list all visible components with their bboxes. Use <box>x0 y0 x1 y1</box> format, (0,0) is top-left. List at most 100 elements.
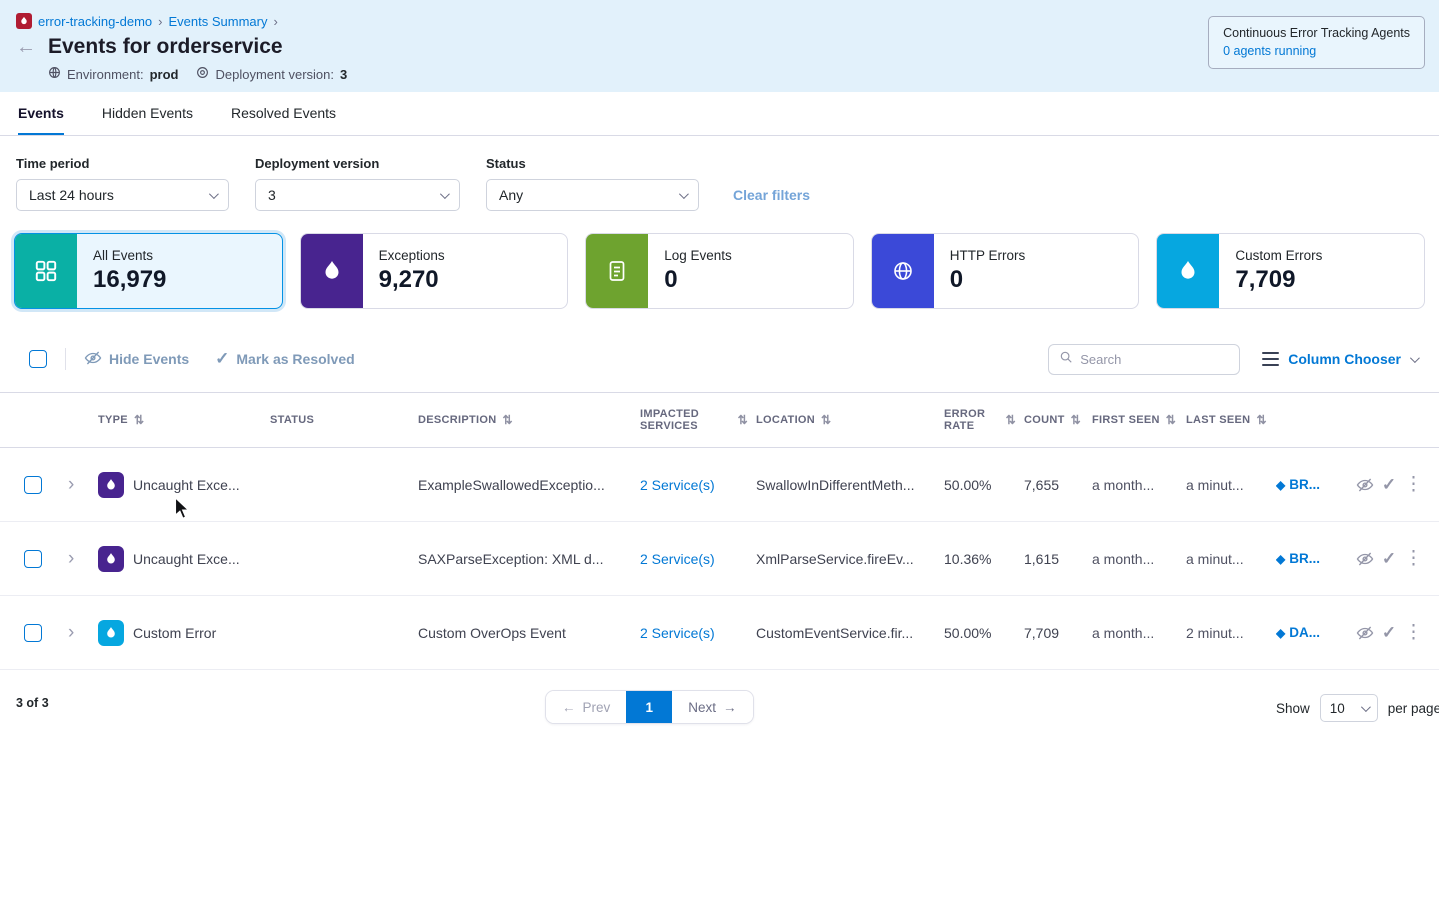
row-checkbox[interactable] <box>24 624 42 642</box>
first-seen-cell: a month... <box>1092 625 1186 641</box>
column-header-first-seen: FIRST SEEN ⇅ <box>1092 413 1186 427</box>
chevron-down-icon <box>440 189 450 199</box>
prev-page-button[interactable]: ← Prev <box>546 691 626 723</box>
hide-event-icon[interactable] <box>1356 476 1374 494</box>
table-row: › Uncaught Exce... SAXParseException: XM… <box>0 522 1439 596</box>
back-arrow-icon[interactable]: ← <box>16 37 40 57</box>
last-seen-cell: a minut... <box>1186 477 1276 493</box>
table-toolbar: Hide Events ✓ Mark as Resolved Column Ch… <box>0 343 1439 375</box>
column-header-type: TYPE ⇅ <box>98 413 270 427</box>
clear-filters-button[interactable]: Clear filters <box>733 187 810 203</box>
hide-event-icon[interactable] <box>1356 624 1374 642</box>
card-value: 16,979 <box>93 266 166 294</box>
toolbar-divider <box>65 348 66 370</box>
status-value: Any <box>499 187 523 203</box>
tab-events[interactable]: Events <box>18 92 64 135</box>
stat-cards: All Events 16,979 Exceptions 9,270 Log E… <box>0 233 1439 309</box>
sort-icon[interactable]: ⇅ <box>1071 413 1081 427</box>
sort-icon[interactable]: ⇅ <box>1006 413 1016 427</box>
deployment-version-value: 3 <box>268 187 276 203</box>
card-all-events[interactable]: All Events 16,979 <box>14 233 283 309</box>
eye-slash-icon <box>84 349 102 370</box>
flame-icon <box>1157 234 1219 308</box>
sort-icon[interactable]: ⇅ <box>1256 413 1266 427</box>
deployment-icon <box>196 66 209 82</box>
row-menu-icon[interactable]: ⋮ <box>1404 547 1423 570</box>
type-cell: Custom Error <box>98 620 270 646</box>
tab-bar: Events Hidden Events Resolved Events <box>0 92 1439 136</box>
diamond-icon: ◆ <box>1276 552 1285 566</box>
column-header-error-rate: ERROR RATE ⇅ <box>944 408 1024 432</box>
row-checkbox[interactable] <box>24 476 42 494</box>
sort-icon[interactable]: ⇅ <box>738 413 748 427</box>
table-row: › Uncaught Exce... ExampleSwallowedExcep… <box>0 448 1439 522</box>
resolve-event-icon[interactable]: ✓ <box>1382 549 1396 569</box>
ticket-tag-link[interactable]: ◆ DA... <box>1276 625 1354 640</box>
card-log-events[interactable]: Log Events 0 <box>585 233 854 309</box>
hide-event-icon[interactable] <box>1356 550 1374 568</box>
row-menu-icon[interactable]: ⋮ <box>1404 621 1423 644</box>
tab-hidden-events[interactable]: Hidden Events <box>102 92 193 135</box>
time-period-value: Last 24 hours <box>29 187 114 203</box>
deployment-version-select[interactable]: 3 <box>255 179 460 211</box>
card-exceptions[interactable]: Exceptions 9,270 <box>300 233 569 309</box>
per-page-control: Show 10 per page <box>1276 694 1439 722</box>
expand-row-icon[interactable]: › <box>64 549 74 568</box>
per-page-select[interactable]: 10 <box>1320 694 1378 722</box>
impacted-services-link[interactable]: 2 Service(s) <box>640 625 715 641</box>
card-label: Exceptions <box>379 248 445 263</box>
card-value: 7,709 <box>1235 266 1322 294</box>
expand-row-icon[interactable]: › <box>64 475 74 494</box>
resolve-event-icon[interactable]: ✓ <box>1382 623 1396 643</box>
chevron-down-icon <box>209 189 219 199</box>
page-title: Events for orderservice <box>48 35 283 59</box>
card-value: 9,270 <box>379 266 445 294</box>
sort-icon[interactable]: ⇅ <box>821 413 831 427</box>
next-page-button[interactable]: Next → <box>672 691 752 723</box>
status-select[interactable]: Any <box>486 179 699 211</box>
ticket-tag-link[interactable]: ◆ BR... <box>1276 477 1354 492</box>
environment-value: prod <box>150 67 179 82</box>
expand-row-icon[interactable]: › <box>64 623 74 642</box>
impacted-services-link[interactable]: 2 Service(s) <box>640 477 715 493</box>
column-chooser-button[interactable]: Column Chooser <box>1262 351 1417 367</box>
last-seen-cell: a minut... <box>1186 551 1276 567</box>
resolve-event-icon[interactable]: ✓ <box>1382 475 1396 495</box>
deployment-version-label: Deployment version <box>255 156 460 171</box>
column-header-description: DESCRIPTION ⇅ <box>418 413 640 427</box>
sort-icon[interactable]: ⇅ <box>1166 413 1176 427</box>
mark-resolved-button[interactable]: ✓ Mark as Resolved <box>215 349 355 369</box>
tab-resolved-events[interactable]: Resolved Events <box>231 92 336 135</box>
card-custom-errors[interactable]: Custom Errors 7,709 <box>1156 233 1425 309</box>
diamond-icon: ◆ <box>1276 626 1285 640</box>
ticket-tag-link[interactable]: ◆ BR... <box>1276 551 1354 566</box>
sort-icon[interactable]: ⇅ <box>134 413 144 427</box>
row-checkbox[interactable] <box>24 550 42 568</box>
deployment-value: 3 <box>340 67 347 82</box>
card-value: 0 <box>950 266 1026 294</box>
exception-flame-icon <box>98 546 124 572</box>
breadcrumb-project-link[interactable]: error-tracking-demo <box>38 14 152 29</box>
time-period-select[interactable]: Last 24 hours <box>16 179 229 211</box>
agents-panel[interactable]: Continuous Error Tracking Agents 0 agent… <box>1208 16 1425 69</box>
impacted-services-link[interactable]: 2 Service(s) <box>640 551 715 567</box>
mark-resolved-label: Mark as Resolved <box>236 351 354 367</box>
page-number-button[interactable]: 1 <box>626 691 672 723</box>
row-menu-icon[interactable]: ⋮ <box>1404 473 1423 496</box>
globe-icon <box>872 234 934 308</box>
hide-events-button[interactable]: Hide Events <box>84 349 189 370</box>
search-input[interactable] <box>1080 352 1229 367</box>
chevron-down-icon <box>679 189 689 199</box>
column-header-last-seen: LAST SEEN ⇅ <box>1186 413 1276 427</box>
card-label: All Events <box>93 248 166 263</box>
hide-events-label: Hide Events <box>109 351 189 367</box>
breadcrumb-page-link[interactable]: Events Summary <box>169 14 268 29</box>
card-label: HTTP Errors <box>950 248 1026 263</box>
agents-running-link[interactable]: 0 agents running <box>1223 44 1410 58</box>
breadcrumb-separator: › <box>158 14 162 29</box>
column-header-impacted-services: IMPACTED SERVICES ⇅ <box>640 408 756 432</box>
sort-icon[interactable]: ⇅ <box>502 413 512 427</box>
select-all-checkbox[interactable] <box>29 350 47 368</box>
card-http-errors[interactable]: HTTP Errors 0 <box>871 233 1140 309</box>
card-value: 0 <box>664 266 732 294</box>
